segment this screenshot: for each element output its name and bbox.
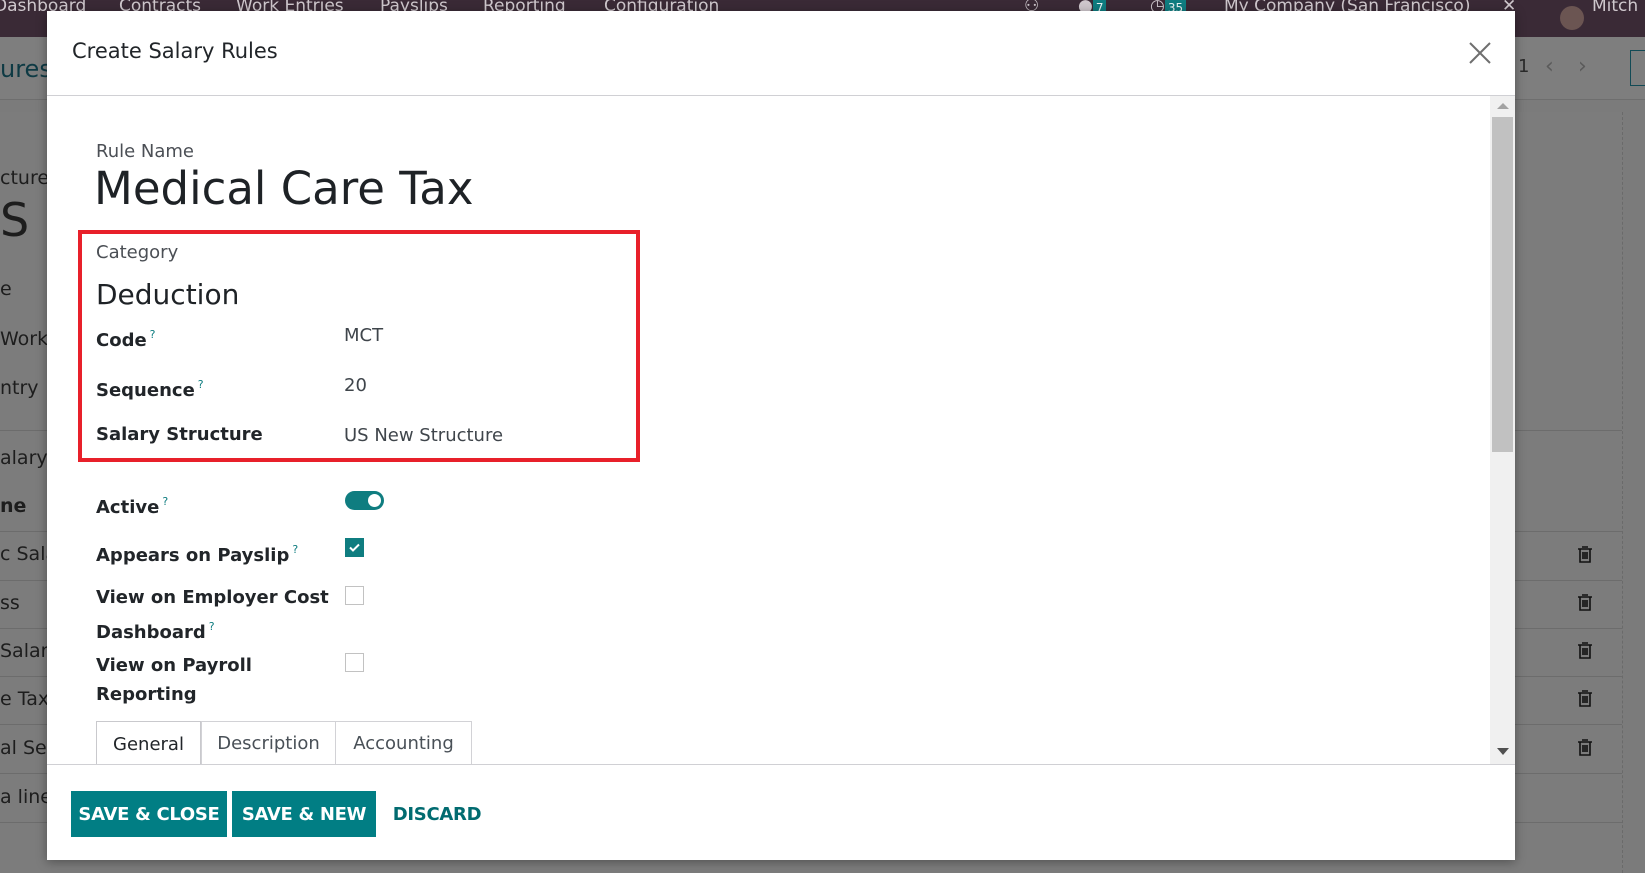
- create-salary-rules-dialog: Create Salary Rules Rule Name Medical Ca…: [47, 11, 1515, 860]
- trash-icon[interactable]: [1577, 689, 1593, 707]
- sequence-label: Sequence?: [96, 378, 204, 401]
- scrollbar-thumb[interactable]: [1492, 117, 1513, 452]
- dialog-body: Rule Name Medical Care Tax Category Dedu…: [47, 96, 1515, 764]
- dialog-header: Create Salary Rules: [47, 11, 1515, 96]
- view-payroll-reporting-checkbox[interactable]: [345, 653, 364, 672]
- trash-icon[interactable]: [1577, 738, 1593, 756]
- appears-on-payslip-checkbox[interactable]: [345, 538, 364, 557]
- rule-name-input[interactable]: Medical Care Tax: [94, 162, 473, 215]
- active-label: Active?: [96, 495, 169, 518]
- discard-button[interactable]: DISCARD: [387, 791, 487, 837]
- help-icon[interactable]: ?: [292, 543, 298, 556]
- pager-next-icon[interactable]: ›: [1578, 54, 1587, 79]
- scrollbar[interactable]: [1490, 96, 1515, 764]
- help-icon[interactable]: ?: [198, 378, 204, 391]
- save-new-button[interactable]: SAVE & NEW: [232, 791, 376, 837]
- add-line-link[interactable]: a line: [0, 786, 52, 808]
- sequence-input[interactable]: 20: [344, 375, 367, 396]
- help-icon[interactable]: ?: [209, 620, 215, 633]
- view-employer-cost-label: View on Employer Cost Dashboard?: [96, 587, 329, 643]
- help-icon[interactable]: ?: [150, 328, 156, 341]
- trash-icon[interactable]: [1577, 593, 1593, 611]
- category-input[interactable]: Deduction: [96, 278, 239, 311]
- user-avatar[interactable]: [1560, 6, 1584, 30]
- table-row[interactable]: ss: [0, 592, 20, 614]
- scroll-up-arrow-icon[interactable]: [1497, 103, 1509, 109]
- tab-general[interactable]: General: [96, 721, 201, 764]
- toggle-knob: [368, 494, 381, 507]
- dialog-title: Create Salary Rules: [72, 39, 278, 63]
- scroll-down-arrow-icon[interactable]: [1497, 748, 1509, 755]
- salary-structure-input[interactable]: US New Structure: [344, 425, 503, 446]
- pager-value: 1: [1518, 56, 1530, 77]
- bg-column-header: ne: [0, 495, 27, 517]
- tab-description[interactable]: Description: [201, 721, 336, 764]
- view-payroll-reporting-label: View on Payroll Reporting: [96, 655, 252, 705]
- pager-prev-icon[interactable]: ‹: [1545, 54, 1554, 79]
- background-button[interactable]: [1630, 50, 1645, 86]
- breadcrumb[interactable]: ures: [0, 55, 52, 83]
- bg-label: cture: [0, 167, 50, 189]
- appears-on-payslip-label: Appears on Payslip?: [96, 543, 299, 566]
- bg-label: e: [0, 278, 12, 300]
- close-icon: [1469, 42, 1491, 64]
- save-close-button[interactable]: SAVE & CLOSE: [71, 791, 227, 837]
- table-row[interactable]: e Tax: [0, 688, 49, 710]
- salary-structure-label: Salary Structure: [96, 424, 263, 445]
- code-input[interactable]: MCT: [344, 325, 383, 346]
- trash-icon[interactable]: [1577, 641, 1593, 659]
- bg-label: ntry: [0, 377, 39, 399]
- bg-label: Work: [0, 328, 49, 350]
- help-icon[interactable]: ?: [162, 495, 168, 508]
- active-toggle[interactable]: [345, 491, 384, 510]
- view-employer-cost-checkbox[interactable]: [345, 586, 364, 605]
- rule-name-label: Rule Name: [96, 141, 195, 162]
- tab-accounting[interactable]: Accounting: [335, 721, 472, 764]
- close-button[interactable]: [1467, 40, 1493, 66]
- user-name[interactable]: Mitch: [1592, 0, 1638, 16]
- checkmark-icon: [349, 543, 360, 552]
- code-label: Code?: [96, 328, 156, 351]
- category-label: Category: [96, 242, 179, 263]
- trash-icon[interactable]: [1577, 545, 1593, 563]
- dialog-footer: SAVE & CLOSE SAVE & NEW DISCARD: [47, 764, 1515, 860]
